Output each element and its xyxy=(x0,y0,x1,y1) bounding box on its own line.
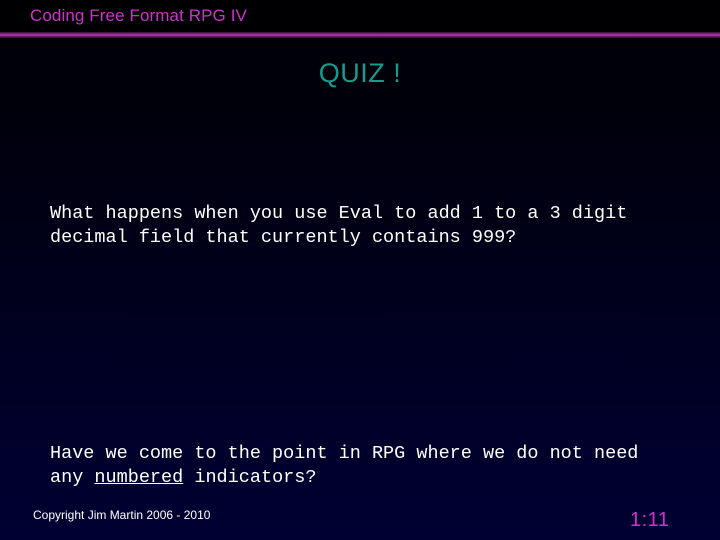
quiz-question-1-line-2: decimal field that currently contains 99… xyxy=(50,227,517,248)
quiz-question-2-line-1: Have we come to the point in RPG where w… xyxy=(50,443,639,464)
quiz-heading: QUIZ ! xyxy=(318,58,402,88)
quiz-question-2: Have we come to the point in RPG where w… xyxy=(50,442,700,490)
question-spacer-1 xyxy=(50,322,700,370)
slide-clock: 1:11 xyxy=(630,509,670,531)
quiz-question-1-line-1: What happens when you use Eval to add 1 … xyxy=(50,203,628,224)
slide-header-title: Coding Free Format RPG IV xyxy=(30,6,247,25)
presentation-slide: Coding Free Format RPG IV QUIZ ! What ha… xyxy=(0,0,720,540)
quiz-question-list: What happens when you use Eval to add 1 … xyxy=(50,130,700,540)
quiz-question-1: What happens when you use Eval to add 1 … xyxy=(50,202,700,250)
copyright-notice: Copyright Jim Martin 2006 - 2010 xyxy=(33,508,211,522)
quiz-question-2-line-2-prefix: any xyxy=(50,467,95,488)
quiz-question-2-emphasis: numbered xyxy=(94,467,184,488)
quiz-question-2-line-2-suffix: indicators? xyxy=(183,467,317,488)
header-divider-rule xyxy=(0,32,720,38)
